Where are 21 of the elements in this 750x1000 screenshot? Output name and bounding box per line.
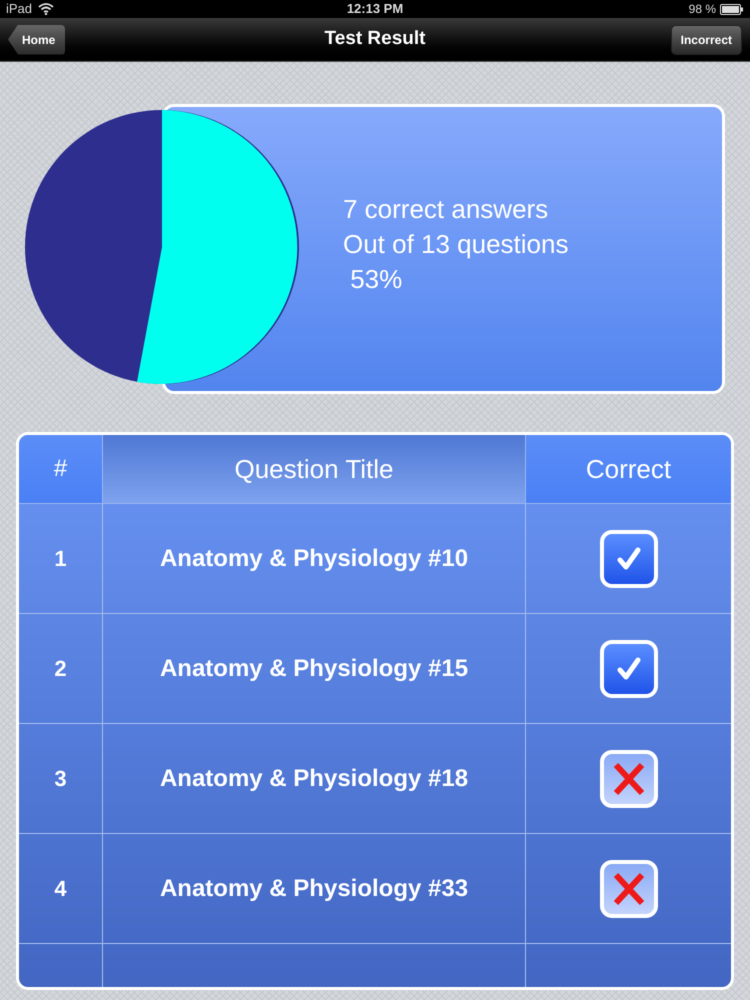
- summary-text: Out of 13 questions: [343, 228, 570, 260]
- question-title: Anatomy & Physiology #33: [103, 834, 526, 943]
- row-number: 2: [19, 614, 103, 723]
- column-header: Correct: [584, 452, 672, 486]
- back-button[interactable]: Home: [8, 24, 66, 54]
- page-title: Test Result: [324, 27, 426, 52]
- clock: 12:13 PM: [346, 0, 404, 18]
- question-title: Anatomy & Physiology #18: [103, 724, 526, 833]
- wifi-icon: [38, 3, 54, 15]
- question-title: Anatomy & Physiology #15: [103, 614, 526, 723]
- summary-text: 7 correct answers: [343, 192, 550, 226]
- question-title: Anatomy & Physiology #10: [103, 504, 526, 613]
- battery-icon: [720, 4, 744, 14]
- summary-text: 53%: [349, 262, 404, 296]
- incorrect-button[interactable]: Incorrect: [670, 24, 742, 54]
- battery-percent: 98 %: [688, 1, 716, 18]
- row-number: 1: [19, 504, 103, 613]
- column-header: Question Title: [103, 435, 526, 503]
- device-name: iPad: [6, 0, 32, 18]
- row-number: 4: [19, 834, 103, 943]
- row-number: 3: [19, 724, 103, 833]
